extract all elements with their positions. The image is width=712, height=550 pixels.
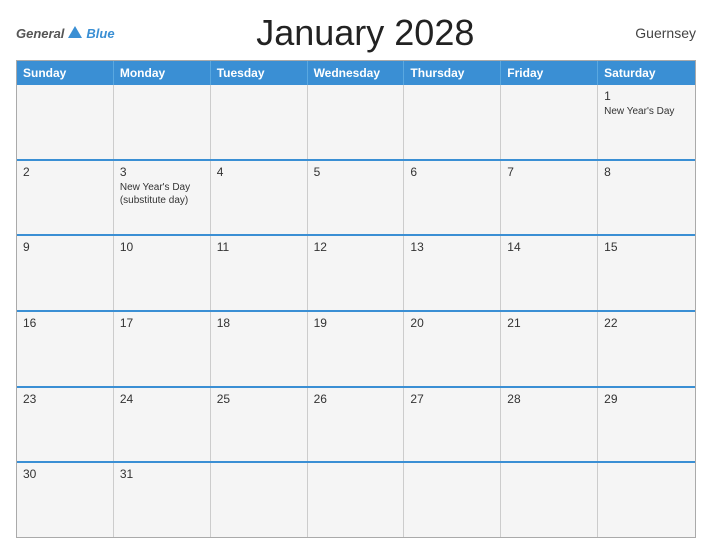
calendar-cell-2-3: 12 <box>308 236 405 310</box>
day-number: 18 <box>217 316 301 330</box>
calendar-cell-2-1: 10 <box>114 236 211 310</box>
calendar-cell-3-2: 18 <box>211 312 308 386</box>
day-number: 23 <box>23 392 107 406</box>
header: General Blue January 2028 Guernsey <box>16 12 696 54</box>
weekday-tuesday: Tuesday <box>211 61 308 85</box>
country-label: Guernsey <box>616 25 696 41</box>
calendar-cell-5-3 <box>308 463 405 537</box>
weekday-wednesday: Wednesday <box>308 61 405 85</box>
calendar-cell-2-6: 15 <box>598 236 695 310</box>
weekday-friday: Friday <box>501 61 598 85</box>
day-number: 21 <box>507 316 591 330</box>
calendar-cell-1-1: 3 New Year's Day (substitute day) <box>114 161 211 235</box>
day-number: 12 <box>314 240 398 254</box>
logo-general: General <box>16 26 64 41</box>
calendar-cell-0-4 <box>404 85 501 159</box>
day-number: 1 <box>604 89 689 103</box>
calendar-cell-4-1: 24 <box>114 388 211 462</box>
day-number: 7 <box>507 165 591 179</box>
weekday-sunday: Sunday <box>17 61 114 85</box>
calendar-cell-0-1 <box>114 85 211 159</box>
calendar-row-3: 16 17 18 19 20 21 22 <box>17 310 695 386</box>
weekday-saturday: Saturday <box>598 61 695 85</box>
calendar-row-5: 30 31 <box>17 461 695 537</box>
page: General Blue January 2028 Guernsey Sunda… <box>0 0 712 550</box>
calendar-cell-1-5: 7 <box>501 161 598 235</box>
day-number: 28 <box>507 392 591 406</box>
day-number: 8 <box>604 165 689 179</box>
calendar-cell-1-2: 4 <box>211 161 308 235</box>
calendar-cell-0-5 <box>501 85 598 159</box>
calendar-cell-5-0: 30 <box>17 463 114 537</box>
calendar-cell-0-2 <box>211 85 308 159</box>
day-number: 11 <box>217 240 301 254</box>
calendar-cell-2-5: 14 <box>501 236 598 310</box>
logo: General Blue <box>16 26 115 41</box>
day-number: 16 <box>23 316 107 330</box>
calendar-cell-0-6: 1 New Year's Day <box>598 85 695 159</box>
calendar-row-2: 9 10 11 12 13 14 15 <box>17 234 695 310</box>
day-number: 31 <box>120 467 204 481</box>
calendar-cell-3-1: 17 <box>114 312 211 386</box>
day-number: 10 <box>120 240 204 254</box>
logo-blue: Blue <box>86 26 114 41</box>
month-title: January 2028 <box>115 12 616 54</box>
day-number: 24 <box>120 392 204 406</box>
day-number: 5 <box>314 165 398 179</box>
calendar-cell-3-3: 19 <box>308 312 405 386</box>
calendar-cell-4-2: 25 <box>211 388 308 462</box>
day-number: 2 <box>23 165 107 179</box>
holiday-label: New Year's Day <box>604 105 689 118</box>
calendar-cell-3-4: 20 <box>404 312 501 386</box>
calendar: Sunday Monday Tuesday Wednesday Thursday… <box>16 60 696 538</box>
day-number: 19 <box>314 316 398 330</box>
calendar-row-0: 1 New Year's Day <box>17 85 695 159</box>
day-number: 6 <box>410 165 494 179</box>
calendar-cell-1-6: 8 <box>598 161 695 235</box>
calendar-header: Sunday Monday Tuesday Wednesday Thursday… <box>17 61 695 85</box>
calendar-cell-5-1: 31 <box>114 463 211 537</box>
weekday-monday: Monday <box>114 61 211 85</box>
calendar-cell-1-3: 5 <box>308 161 405 235</box>
calendar-body: 1 New Year's Day 23 New Year's Day (substit… <box>17 85 695 537</box>
calendar-cell-3-5: 21 <box>501 312 598 386</box>
day-number: 4 <box>217 165 301 179</box>
day-number: 27 <box>410 392 494 406</box>
calendar-cell-5-4 <box>404 463 501 537</box>
calendar-cell-2-4: 13 <box>404 236 501 310</box>
day-number: 26 <box>314 392 398 406</box>
day-number: 30 <box>23 467 107 481</box>
calendar-cell-3-0: 16 <box>17 312 114 386</box>
calendar-cell-1-0: 2 <box>17 161 114 235</box>
calendar-cell-5-5 <box>501 463 598 537</box>
day-number: 29 <box>604 392 689 406</box>
calendar-row-1: 23 New Year's Day (substitute day) 45678 <box>17 159 695 235</box>
day-number: 17 <box>120 316 204 330</box>
calendar-row-4: 23 24 25 26 27 28 29 <box>17 386 695 462</box>
calendar-cell-4-0: 23 <box>17 388 114 462</box>
calendar-cell-0-3 <box>308 85 405 159</box>
calendar-cell-4-5: 28 <box>501 388 598 462</box>
day-number: 14 <box>507 240 591 254</box>
calendar-cell-2-0: 9 <box>17 236 114 310</box>
calendar-cell-5-6 <box>598 463 695 537</box>
day-number: 22 <box>604 316 689 330</box>
calendar-cell-2-2: 11 <box>211 236 308 310</box>
day-number: 3 <box>120 165 204 179</box>
calendar-cell-4-4: 27 <box>404 388 501 462</box>
calendar-cell-0-0 <box>17 85 114 159</box>
holiday-label: New Year's Day (substitute day) <box>120 181 204 207</box>
calendar-cell-4-6: 29 <box>598 388 695 462</box>
day-number: 13 <box>410 240 494 254</box>
logo-triangle-icon <box>68 26 82 38</box>
day-number: 20 <box>410 316 494 330</box>
calendar-cell-3-6: 22 <box>598 312 695 386</box>
calendar-cell-5-2 <box>211 463 308 537</box>
day-number: 15 <box>604 240 689 254</box>
calendar-cell-1-4: 6 <box>404 161 501 235</box>
day-number: 25 <box>217 392 301 406</box>
day-number: 9 <box>23 240 107 254</box>
calendar-cell-4-3: 26 <box>308 388 405 462</box>
weekday-thursday: Thursday <box>404 61 501 85</box>
